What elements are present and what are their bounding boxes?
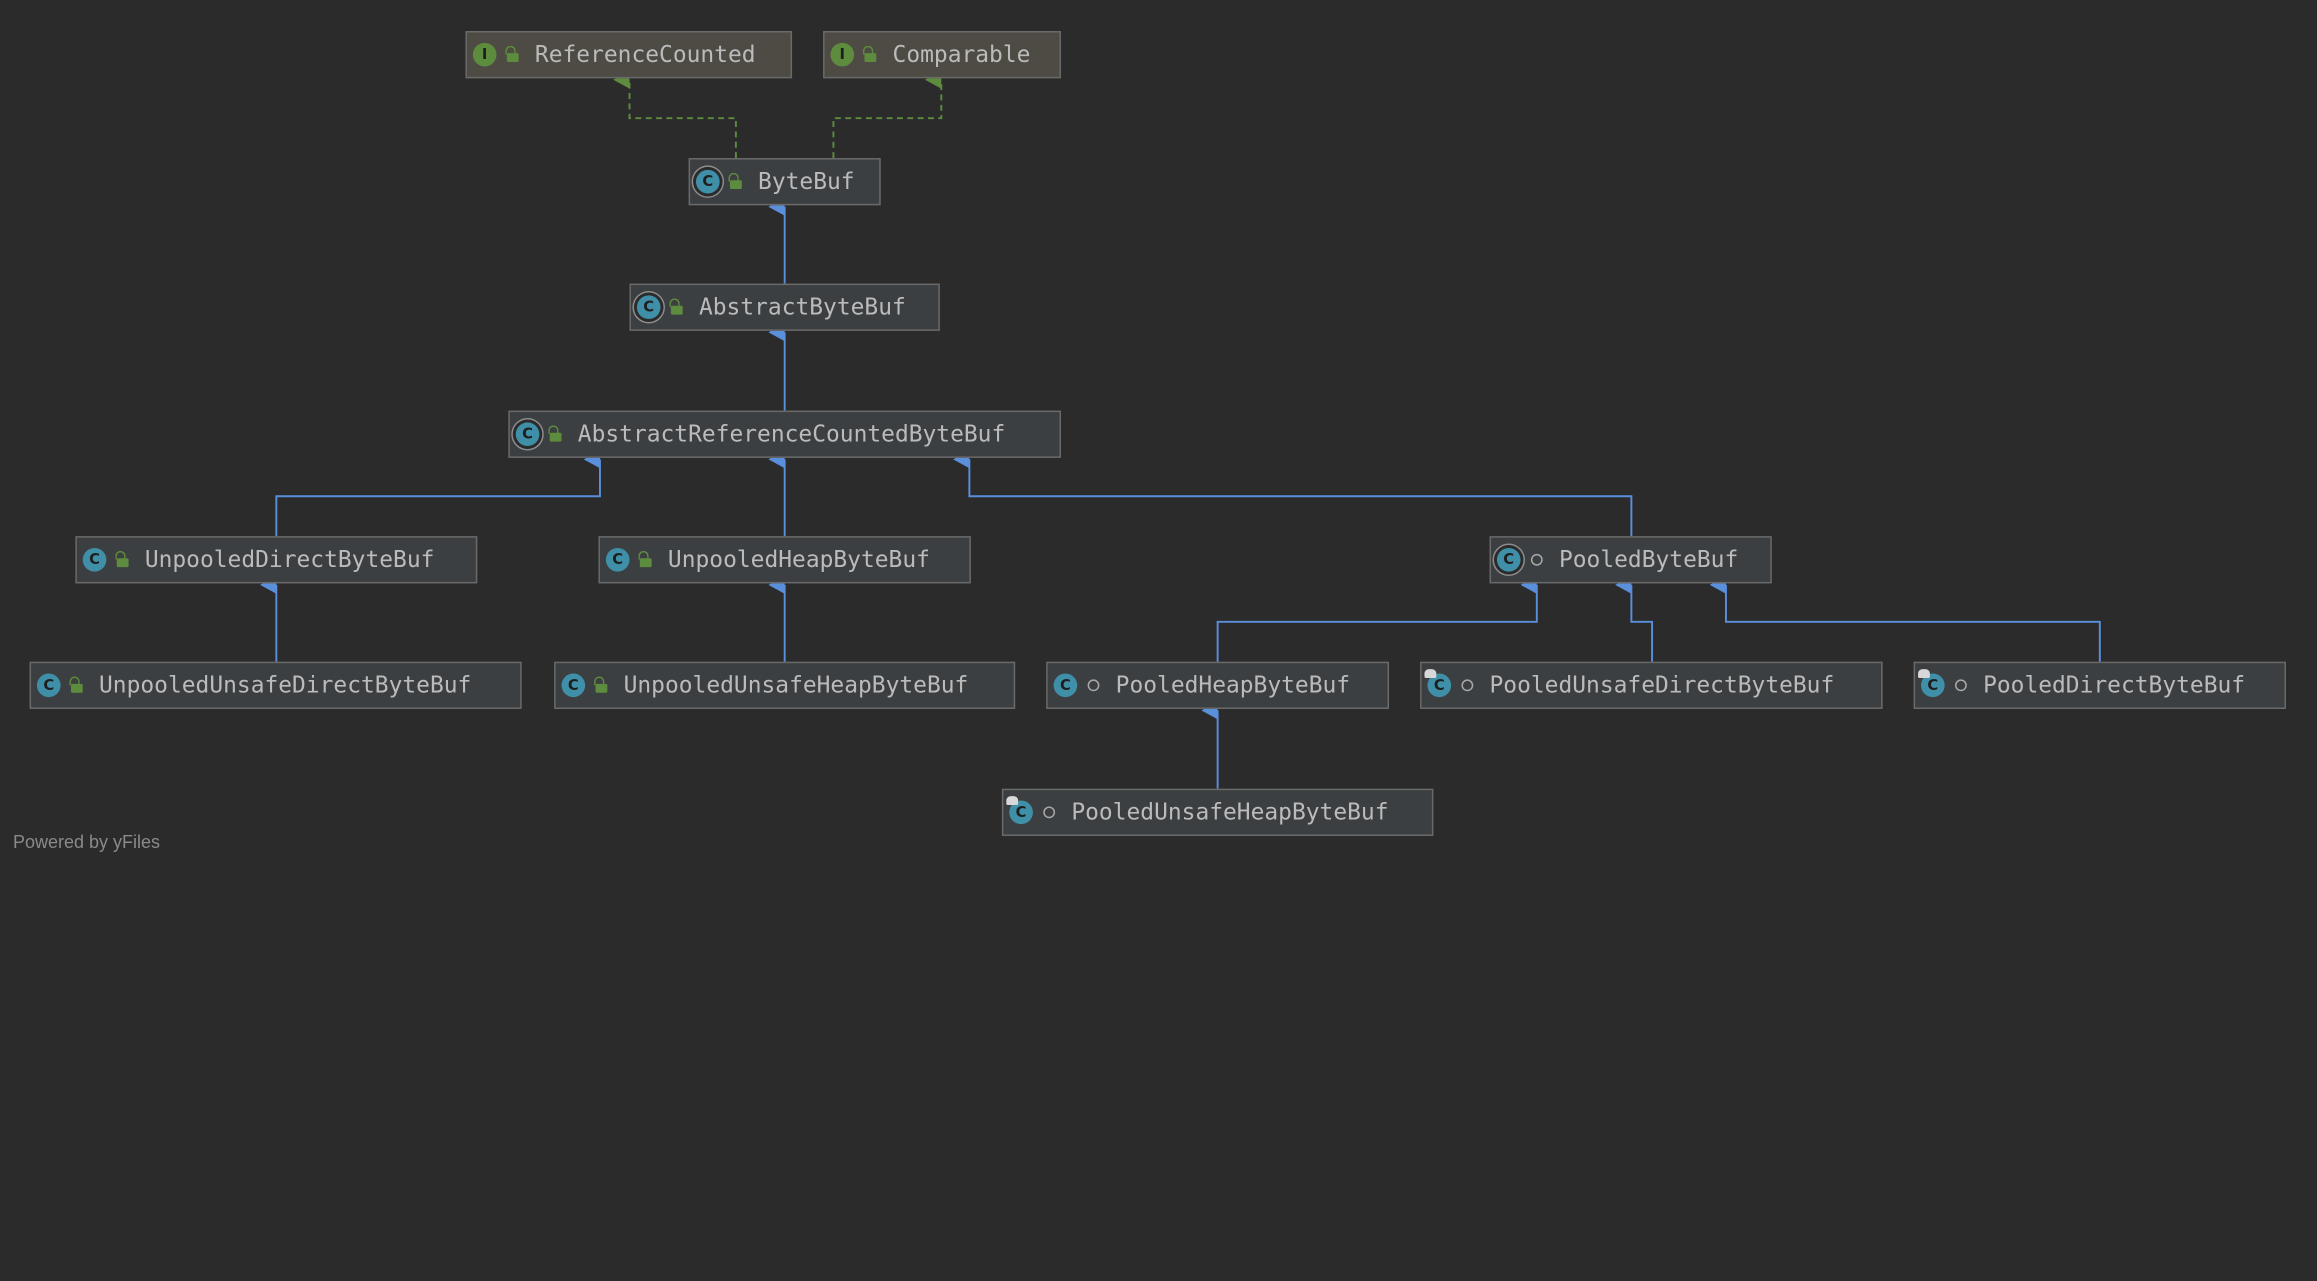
- public-visibility-icon: [68, 674, 86, 698]
- node-unpooledunsafedirectbytebuf[interactable]: C UnpooledUnsafeDirectByteBuf: [29, 661, 522, 709]
- final-class-icon: C: [1424, 669, 1452, 698]
- node-abstractreferencecountedbytebuf[interactable]: C AbstractReferenceCountedByteBuf: [508, 410, 1061, 458]
- edge-extends-pooledbytebuf-to-abstractreferencecountedbytebuf: [953, 450, 1633, 537]
- package-visibility-icon: [1040, 801, 1058, 825]
- node-pooleddirectbytebuf[interactable]: C PooledDirectByteBuf: [1913, 661, 2287, 709]
- node-pooledheapbytebuf[interactable]: C PooledHeapByteBuf: [1046, 661, 1390, 709]
- class-icon: C: [1053, 673, 1078, 698]
- public-visibility-icon: [547, 422, 565, 446]
- package-visibility-icon: [1952, 674, 1970, 698]
- inheritance-edges: [260, 70, 2101, 789]
- node-label: Comparable: [892, 41, 1031, 68]
- class-icon: C: [36, 673, 61, 698]
- class-icon: C: [82, 547, 107, 572]
- node-label: PooledDirectByteBuf: [1983, 672, 2246, 699]
- node-label: PooledUnsafeHeapByteBuf: [1071, 799, 1389, 826]
- node-label: PooledHeapByteBuf: [1115, 672, 1351, 699]
- node-label: UnpooledUnsafeDirectByteBuf: [99, 672, 472, 699]
- node-label: ReferenceCounted: [534, 41, 756, 68]
- node-pooledunsafeheapbytebuf[interactable]: C PooledUnsafeHeapByteBuf: [1001, 788, 1434, 836]
- final-class-icon: C: [1006, 796, 1033, 825]
- node-bytebuf[interactable]: C ByteBuf: [688, 158, 881, 206]
- public-visibility-icon: [593, 674, 611, 698]
- abstract-class-icon: C: [515, 422, 540, 447]
- node-unpooledheapbytebuf[interactable]: C UnpooledHeapByteBuf: [598, 536, 971, 584]
- edge-extends-pooledunsafedirectbytebuf-to-pooledbytebuf: [1615, 576, 1654, 662]
- package-visibility-icon: [1458, 674, 1476, 698]
- node-pooledbytebuf[interactable]: C PooledByteBuf: [1489, 536, 1772, 584]
- public-visibility-icon: [637, 548, 655, 572]
- edge-implements-bytebuf-to-comparable: [832, 70, 943, 159]
- public-visibility-icon: [668, 295, 686, 319]
- class-hierarchy-diagram: I ReferenceCounted I Comparable C ByteBu…: [0, 0, 2317, 1281]
- node-pooledunsafedirectbytebuf[interactable]: C PooledUnsafeDirectByteBuf: [1420, 661, 1883, 709]
- node-abstractbytebuf[interactable]: C AbstractByteBuf: [629, 283, 940, 331]
- node-label: UnpooledUnsafeHeapByteBuf: [623, 672, 969, 699]
- abstract-class-icon: C: [1496, 547, 1521, 572]
- node-label: ByteBuf: [758, 168, 855, 195]
- edge-extends-pooledheapbytebuf-to-pooledbytebuf: [1216, 576, 1538, 662]
- public-visibility-icon: [504, 43, 522, 67]
- powered-by-credit: Powered by yFiles: [13, 832, 161, 852]
- node-label: AbstractByteBuf: [698, 293, 906, 321]
- edge-extends-pooleddirectbytebuf-to-pooledbytebuf: [1709, 576, 2101, 662]
- node-unpooleddirectbytebuf[interactable]: C UnpooledDirectByteBuf: [75, 536, 478, 584]
- public-visibility-icon: [861, 43, 879, 67]
- package-visibility-icon: [1085, 674, 1103, 698]
- package-visibility-icon: [1528, 548, 1546, 572]
- node-label: AbstractReferenceCountedByteBuf: [577, 420, 1006, 448]
- node-unpooledunsafeheapbytebuf[interactable]: C UnpooledUnsafeHeapByteBuf: [554, 661, 1016, 709]
- abstract-class-icon: C: [636, 295, 661, 320]
- public-visibility-icon: [727, 170, 745, 194]
- interface-icon: I: [830, 42, 855, 67]
- node-label: PooledByteBuf: [1558, 546, 1739, 574]
- interface-icon: I: [472, 42, 497, 67]
- edge-implements-bytebuf-to-referencecounted: [613, 70, 737, 159]
- public-visibility-icon: [114, 548, 132, 572]
- final-class-icon: C: [1918, 669, 1945, 698]
- node-label: PooledUnsafeDirectByteBuf: [1489, 672, 1835, 699]
- class-icon: C: [561, 673, 586, 698]
- node-comparable[interactable]: I Comparable: [823, 31, 1061, 79]
- abstract-class-icon: C: [695, 169, 720, 194]
- node-label: UnpooledDirectByteBuf: [144, 546, 435, 574]
- node-referencecounted[interactable]: I ReferenceCounted: [465, 31, 793, 79]
- edge-extends-unpooleddirectbytebuf-to-abstractreferencecountedbytebuf: [275, 450, 601, 537]
- class-icon: C: [605, 547, 630, 572]
- node-label: UnpooledHeapByteBuf: [667, 546, 930, 574]
